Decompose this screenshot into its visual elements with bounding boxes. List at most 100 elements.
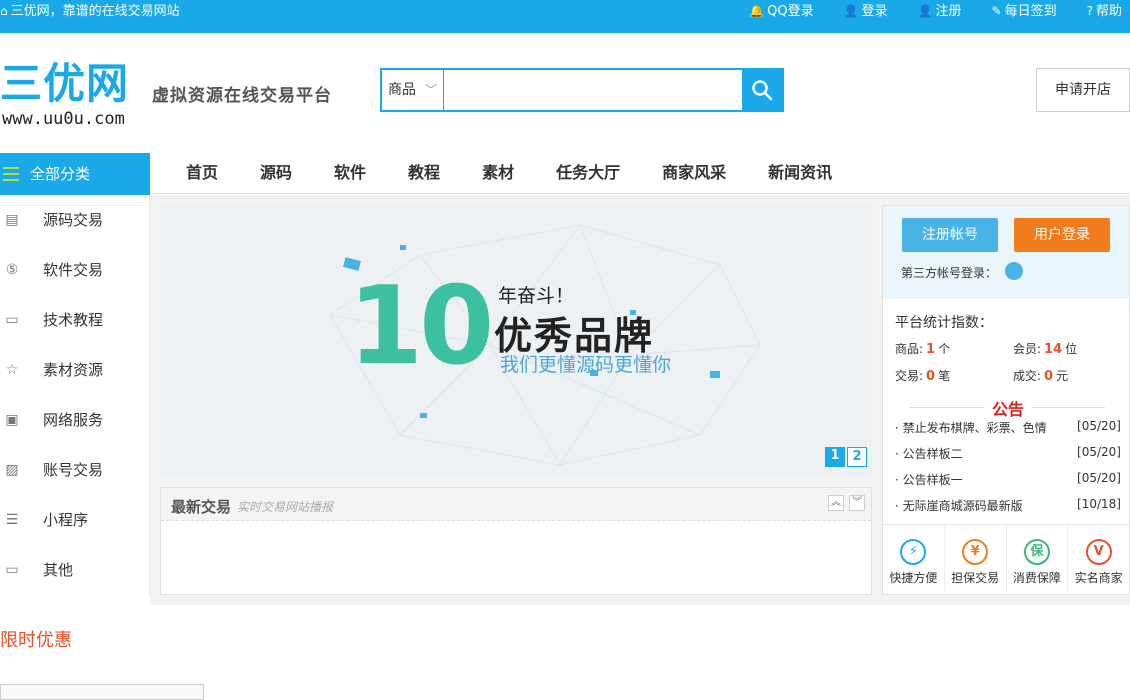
nav-item-material[interactable]: 素材 [482,151,514,194]
scroll-up-icon[interactable]: ︽ [828,495,844,511]
login-link[interactable]: 👤 登录 [844,0,888,23]
notice-item[interactable]: · 公告样板一 [05/20] [895,471,1121,488]
notice-item[interactable]: · 无际崖商城源码最新版 [10/18] [895,497,1121,514]
nav-item-source[interactable]: 源码 [260,151,292,194]
folder-icon: ▭ [5,312,19,328]
code-icon: ▤ [5,212,19,228]
top-links: 🔔 QQ登录 👤 登录 👤 注册 ✎ 每日签到 ? 帮助 [749,0,1122,23]
sidebar-item-tutorial[interactable]: ▭ 技术教程 [0,295,150,345]
software-icon: ⑤ [5,262,19,278]
qq-login-icon[interactable] [1005,262,1023,280]
scroll-down-icon[interactable]: ︾ [849,495,865,511]
sidebar-item-miniprogram[interactable]: ☰ 小程序 [0,495,150,545]
sidebar-item-material[interactable]: ☆ 素材资源 [0,345,150,395]
apply-store-button[interactable]: 申请开店 [1036,68,1130,112]
feature-guarantee[interactable]: ¥ 担保交易 [945,525,1007,596]
nav-item-news[interactable]: 新闻资讯 [768,151,832,194]
notice-text: 公告样板二 [902,447,963,461]
chevron-down-icon: ﹀ [424,83,437,97]
top-bar: ⌂ 三优网，靠谱的在线交易网站 🔔 QQ登录 👤 登录 👤 注册 ✎ 每日签到 ? 帮助 [0,0,1130,33]
notice-title: 公告 [984,396,1032,420]
sidebar-item-label: 技术教程 [43,311,104,329]
feature-verified[interactable]: V 实名商家 [1068,525,1129,596]
feature-label: 消费保障 [1012,571,1061,585]
nav-item-tutorial[interactable]: 教程 [408,151,440,194]
site-logo[interactable]: 三优网 [0,61,129,107]
sidebar-item-label: 源码交易 [43,211,104,229]
sidebar-item-account[interactable]: ▨ 账号交易 [0,445,150,495]
stat-unit: 笔 [938,369,951,383]
nav-row: 全部分类 首页 源码 软件 教程 素材 任务大厅 商家风采 新闻资讯 [0,151,1130,195]
help-link[interactable]: ? 帮助 [1087,0,1122,23]
sidebar-item-label: 网络服务 [43,411,104,429]
nav-item-task-hall[interactable]: 任务大厅 [556,151,620,194]
feature-protection[interactable]: 保消费保障 [1007,525,1069,596]
hero-banner[interactable]: 10 年奋斗！ 优秀品牌 我们更懂源码更懂你 1 2 [160,205,872,477]
user-add-icon: 👤 [917,4,933,18]
sidebar-item-label: 小程序 [43,511,89,529]
sidebar-item-other[interactable]: ▭ 其他 [0,545,150,595]
register-link[interactable]: 👤 注册 [918,0,962,23]
stat-unit: 元 [1056,369,1069,383]
search-input[interactable] [445,70,742,110]
sidebar-item-label: 软件交易 [43,261,104,279]
third-party-login-label: 第三方帐号登录： [901,266,998,280]
stat-members: 会员: 14 位 [1013,340,1077,357]
feature-label: 实名商家 [1074,571,1123,585]
sidebar-item-label: 素材资源 [43,361,104,379]
search-button[interactable] [742,70,782,110]
nav-item-merchants[interactable]: 商家风采 [662,151,726,194]
stat-value: 1 [926,342,936,357]
shield-icon: 保 [1023,539,1050,565]
notice-text: 无际崖商城源码最新版 [902,499,1023,513]
promo-thumbnail[interactable] [0,684,204,700]
menu-icon [3,167,19,181]
help-icon: ? [1086,4,1093,18]
qq-login-label: QQ登录 [767,4,814,19]
latest-trades-title: 最新交易 [171,498,232,516]
main-nav: 首页 源码 软件 教程 素材 任务大厅 商家风采 新闻资讯 [186,151,874,194]
sidebar-item-network[interactable]: ▣ 网络服务 [0,395,150,445]
nav-item-software[interactable]: 软件 [334,151,366,194]
banner-page-2[interactable]: 2 [847,447,867,467]
user-login-button[interactable]: 用户登录 [1014,218,1110,252]
latest-trades-panel: 最新交易 实时交易网站播报 ︽ ︾ [160,487,872,595]
stat-products: 商品: 1 个 [895,340,950,357]
search-category-value: 商品 [388,82,416,98]
image-icon: ▨ [5,462,19,478]
chart-icon: ▣ [5,412,19,428]
stat-label: 交易: [895,369,924,383]
banner-page-1[interactable]: 1 [825,447,845,467]
sidebar-item-label: 其他 [43,561,74,579]
latest-trades-header: 最新交易 实时交易网站播报 ︽ ︾ [161,488,871,521]
star-icon: ☆ [5,362,19,378]
sidebar-item-software[interactable]: ⑤ 软件交易 [0,245,150,295]
checkin-link[interactable]: ✎ 每日签到 [992,0,1057,23]
lightning-icon: ⚡ [900,539,927,565]
feature-fast[interactable]: ⚡ 快捷方便 [883,525,945,596]
notice-item[interactable]: · 禁止发布棋牌、彩票、色情 [05/20] [895,419,1121,436]
qq-login-link[interactable]: 🔔 QQ登录 [749,0,813,23]
register-account-button[interactable]: 注册帐号 [902,218,998,252]
site-slogan: ⌂ 三优网，靠谱的在线交易网站 [0,0,180,23]
user-panel: 注册帐号 用户登录 第三方帐号登录： 平台统计指数： 商品: 1 个 会员: 14 位 … [882,205,1130,596]
notice-item[interactable]: · 公告样板二 [05/20] [895,445,1121,462]
slogan-text: 三优网，靠谱的在线交易网站 [10,4,180,19]
verified-icon: V [1085,539,1112,565]
help-label: 帮助 [1095,4,1122,19]
sidebar-item-source[interactable]: ▤ 源码交易 [0,195,150,245]
search-bar: 商品 ﹀ [380,68,784,112]
stats-title: 平台统计指数： [895,315,993,331]
user-login-area: 注册帐号 用户登录 第三方帐号登录： [883,206,1129,299]
sidebar-item-label: 账号交易 [43,461,104,479]
stat-volume: 成交: 0 元 [1013,367,1068,384]
nav-item-home[interactable]: 首页 [186,151,218,194]
stat-value: 14 [1044,342,1063,357]
hierarchy-icon: ☰ [5,512,19,528]
home-icon: ⌂ [0,4,8,18]
latest-trades-subtitle: 实时交易网站播报 [237,500,334,514]
search-category-select[interactable]: 商品 ﹀ [382,70,444,110]
all-categories-button[interactable]: 全部分类 [0,153,150,195]
notice-text: 禁止发布棋牌、彩票、色情 [902,421,1047,435]
category-sidebar: ▤ 源码交易 ⑤ 软件交易 ▭ 技术教程 ☆ 素材资源 ▣ 网络服务 ▨ 账号交易 ☰ 小程序… [0,195,150,595]
